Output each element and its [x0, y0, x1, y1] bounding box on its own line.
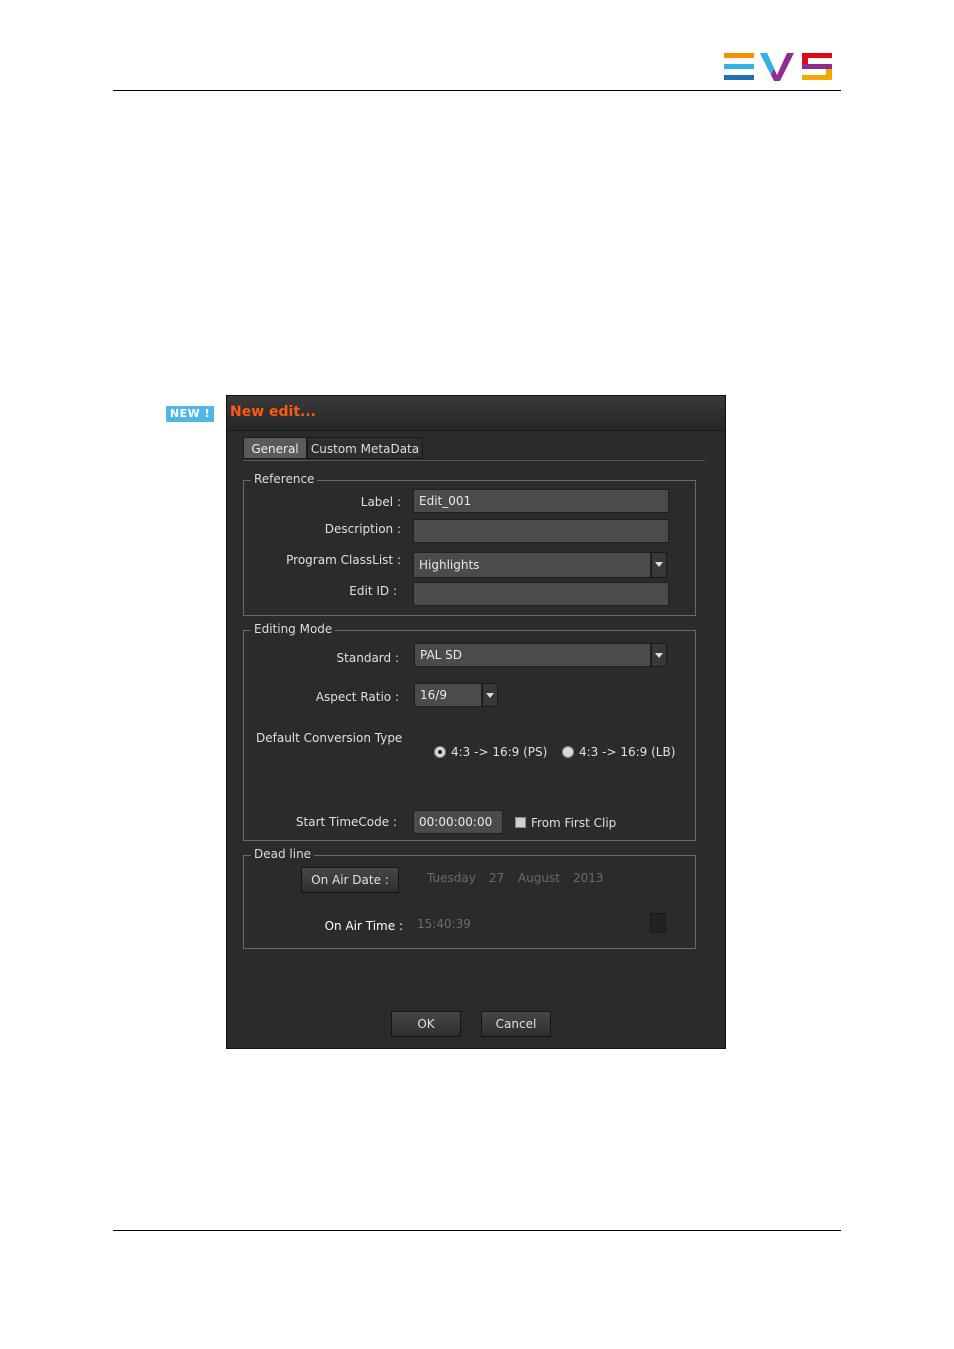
- tab-general[interactable]: General: [243, 437, 307, 459]
- evs-logo: [724, 53, 832, 81]
- from-first-clip-checkbox[interactable]: [515, 817, 526, 828]
- conversion-ps-radio[interactable]: [434, 746, 446, 758]
- new-badge: NEW !: [166, 406, 214, 422]
- conversion-lb-radio[interactable]: [562, 746, 574, 758]
- footer-rule: [113, 1230, 841, 1231]
- program-classlist-label: Program ClassList :: [286, 553, 401, 567]
- start-timecode-field[interactable]: 00:00:00:00: [413, 810, 503, 834]
- description-label: Description :: [324, 522, 401, 536]
- standard-dropdown-button[interactable]: [651, 643, 667, 667]
- on-air-date-button[interactable]: On Air Date :: [301, 867, 399, 893]
- label-label: Label :: [360, 495, 401, 509]
- start-timecode-label: Start TimeCode :: [295, 815, 397, 829]
- date-month: August: [518, 871, 560, 885]
- editing-mode-legend: Editing Mode: [251, 622, 336, 636]
- conversion-lb-label[interactable]: 4:3 -> 16:9 (LB): [579, 745, 675, 759]
- on-air-time-spinner[interactable]: [650, 913, 666, 933]
- edit-id-field[interactable]: [413, 582, 669, 606]
- tab-divider: [243, 460, 705, 461]
- date-weekday: Tuesday: [427, 871, 476, 885]
- program-classlist-select[interactable]: Highlights: [413, 552, 651, 578]
- tab-custom-metadata[interactable]: Custom MetaData: [307, 437, 423, 459]
- reference-legend: Reference: [251, 472, 318, 486]
- standard-label: Standard :: [336, 651, 399, 665]
- date-day: 27: [489, 871, 505, 885]
- label-field[interactable]: Edit_001: [413, 489, 669, 513]
- on-air-time-value: 15:40:39: [417, 917, 471, 931]
- aspect-ratio-select[interactable]: 16/9: [414, 683, 482, 707]
- program-classlist-dropdown-button[interactable]: [651, 552, 667, 578]
- new-edit-dialog: New edit... General Custom MetaData Refe…: [226, 395, 726, 1049]
- date-year: 2013: [573, 871, 604, 885]
- conversion-ps-label[interactable]: 4:3 -> 16:9 (PS): [451, 745, 547, 759]
- dialog-titlebar: New edit...: [227, 396, 725, 431]
- on-air-time-label: On Air Time :: [324, 919, 403, 933]
- edit-id-label: Edit ID :: [349, 584, 397, 598]
- from-first-clip-label[interactable]: From First Clip: [531, 816, 616, 830]
- ok-button[interactable]: OK: [391, 1011, 461, 1037]
- description-field[interactable]: [413, 519, 669, 543]
- default-conversion-type-label: Default Conversion Type: [256, 731, 403, 745]
- deadline-legend: Dead line: [251, 847, 315, 861]
- header-rule: [113, 90, 841, 91]
- standard-select[interactable]: PAL SD: [414, 643, 651, 667]
- cancel-button[interactable]: Cancel: [481, 1011, 551, 1037]
- aspect-ratio-label: Aspect Ratio :: [315, 690, 399, 704]
- dialog-title: New edit...: [230, 404, 316, 420]
- aspect-ratio-dropdown-button[interactable]: [482, 683, 498, 707]
